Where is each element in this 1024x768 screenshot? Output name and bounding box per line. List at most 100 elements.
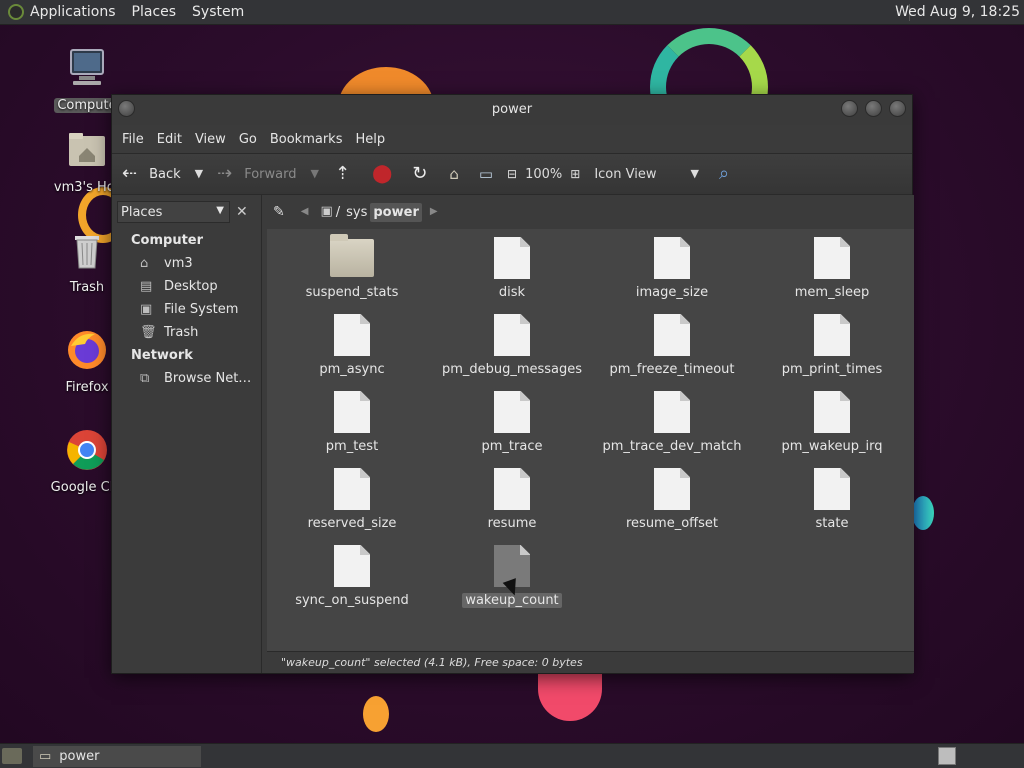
file-item[interactable]: pm_print_times (752, 314, 912, 377)
arrow-left-icon: ⇠ (122, 163, 138, 184)
sidebar-item-label: File System (164, 302, 239, 317)
folder-icon: ▭ (39, 748, 52, 764)
chevron-down-icon[interactable]: ▼ (690, 165, 698, 183)
sidebar-item-file-system[interactable]: ▣ File System (112, 298, 261, 321)
breadcrumb-sys[interactable]: sys (343, 203, 370, 222)
sidebar-item-label: Browse Net… (164, 371, 252, 386)
close-sidebar-icon[interactable]: ✕ (236, 204, 248, 220)
file-item[interactable]: pm_trace (432, 391, 592, 454)
file-item[interactable]: wakeup_count (432, 545, 592, 608)
window-titlebar[interactable]: power (112, 95, 912, 125)
file-name: pm_debug_messages (441, 362, 583, 377)
sidebar-item-trash[interactable]: 🗑 Trash (112, 321, 261, 344)
document-icon (654, 468, 690, 510)
sidebar-item-vm3[interactable]: ⌂ vm3 (112, 252, 261, 275)
file-item[interactable]: pm_wakeup_irq (752, 391, 912, 454)
file-item[interactable]: reserved_size (272, 468, 432, 531)
stop-icon[interactable]: ⬤ (372, 165, 392, 183)
menu-help[interactable]: Help (355, 132, 385, 147)
workspace-switcher[interactable] (938, 747, 956, 765)
document-icon (334, 391, 370, 433)
file-item[interactable]: pm_debug_messages (432, 314, 592, 377)
applications-menu[interactable]: Applications (30, 4, 116, 20)
desktop-icon-label: Trash (69, 280, 105, 295)
forward-button[interactable]: ⇢ Forward (217, 159, 296, 189)
chrome-icon (67, 430, 107, 470)
menu-go[interactable]: Go (239, 132, 257, 147)
network-icon: ⧉ (140, 370, 150, 386)
wallpaper-yellow-shape (363, 696, 389, 732)
reload-icon[interactable]: ↻ (412, 165, 427, 183)
file-item[interactable]: resume (432, 468, 592, 531)
file-name: disk (498, 285, 526, 300)
computer-icon[interactable]: ▭ (479, 165, 493, 183)
sidebar-item-desktop[interactable]: ▤ Desktop (112, 275, 261, 298)
path-bar: ✎ ◀ ▣ / sys power ▶ (267, 195, 914, 229)
taskbar-item-power[interactable]: ▭ power (33, 746, 201, 767)
system-menu[interactable]: System (192, 4, 244, 20)
taskbar-item-label: power (59, 749, 100, 764)
file-item[interactable]: image_size (592, 237, 752, 300)
file-name: pm_async (319, 362, 385, 377)
file-item[interactable]: pm_freeze_timeout (592, 314, 752, 377)
window-menu-button[interactable] (118, 100, 135, 117)
file-item[interactable]: pm_test (272, 391, 432, 454)
wallpaper-teal-shape (912, 496, 934, 530)
desktop-icon-label: Firefox (65, 380, 109, 395)
up-arrow-icon[interactable]: ⇡ (335, 165, 350, 183)
window-content: Places ▼ ✕ Computer ⌂ vm3 ▤ Desktop ▣ Fi… (112, 195, 914, 673)
file-name: pm_wakeup_irq (781, 439, 883, 454)
document-icon (494, 237, 530, 279)
menu-view[interactable]: View (195, 132, 226, 147)
document-icon (814, 468, 850, 510)
menu-bookmarks[interactable]: Bookmarks (270, 132, 343, 147)
menu-edit[interactable]: Edit (157, 132, 182, 147)
close-button[interactable] (889, 100, 906, 117)
file-name: reserved_size (307, 516, 397, 531)
file-item[interactable]: pm_async (272, 314, 432, 377)
minimize-button[interactable] (841, 100, 858, 117)
document-icon (814, 391, 850, 433)
sidebar-heading-computer: Computer (131, 233, 204, 248)
trash-icon (75, 236, 99, 269)
show-desktop-icon[interactable] (2, 748, 22, 764)
maximize-button[interactable] (865, 100, 882, 117)
file-item[interactable]: sync_on_suspend (272, 545, 432, 608)
zoom-level: 100% (525, 166, 563, 182)
file-item[interactable]: resume_offset (592, 468, 752, 531)
back-button[interactable]: ⇠ Back (122, 159, 181, 189)
file-item[interactable]: mem_sleep (752, 237, 912, 300)
sidebar-heading-network: Network (131, 348, 193, 363)
chevron-down-icon: ▼ (216, 205, 224, 216)
breadcrumb-root[interactable]: / (333, 203, 343, 222)
top-panel: Applications Places System Wed Aug 9, 18… (0, 0, 1024, 25)
back-history-dropdown[interactable]: ▼ (195, 165, 203, 183)
zoom-in-icon[interactable]: ⊞ (570, 165, 580, 183)
sidebar-item-label: Trash (164, 325, 199, 340)
toolbar: ⇠ Back ▼ ⇢ Forward ▼ ⇡ ⬤ ↻ ⌂ ▭ ⊟ 100% ⊞ … (112, 153, 912, 195)
file-item[interactable]: state (752, 468, 912, 531)
forward-history-dropdown[interactable]: ▼ (311, 165, 319, 183)
folder-item[interactable]: suspend_stats (272, 234, 432, 300)
path-scroll-left-icon[interactable]: ◀ (301, 203, 309, 221)
file-item[interactable]: pm_trace_dev_match (592, 391, 752, 454)
drive-icon: ▣ (140, 301, 153, 317)
file-icon-view[interactable]: suspend_stats disk image_size mem_sleep pm_a… (267, 229, 914, 651)
sidebar-item-label: vm3 (164, 256, 193, 271)
home-icon[interactable]: ⌂ (449, 165, 459, 183)
clock[interactable]: Wed Aug 9, 18:25 (895, 4, 1020, 20)
sidebar-mode-select[interactable]: Places ▼ (117, 201, 230, 223)
search-icon[interactable]: ⌕ (719, 165, 729, 183)
distro-logo-icon[interactable] (8, 4, 24, 20)
view-mode-select[interactable]: Icon View (594, 167, 656, 182)
main-pane: ✎ ◀ ▣ / sys power ▶ suspend_stats disk ima… (267, 195, 914, 673)
breadcrumb-power[interactable]: power (370, 202, 422, 222)
file-item[interactable]: disk (432, 237, 592, 300)
places-menu[interactable]: Places (132, 4, 177, 20)
menu-file[interactable]: File (122, 132, 144, 147)
sidebar-item-browse-network[interactable]: ⧉ Browse Net… (112, 367, 261, 390)
zoom-out-icon[interactable]: ⊟ (507, 165, 517, 183)
home-icon: ⌂ (140, 255, 149, 271)
path-scroll-right-icon[interactable]: ▶ (430, 203, 438, 221)
edit-location-icon[interactable]: ✎ (273, 203, 285, 221)
